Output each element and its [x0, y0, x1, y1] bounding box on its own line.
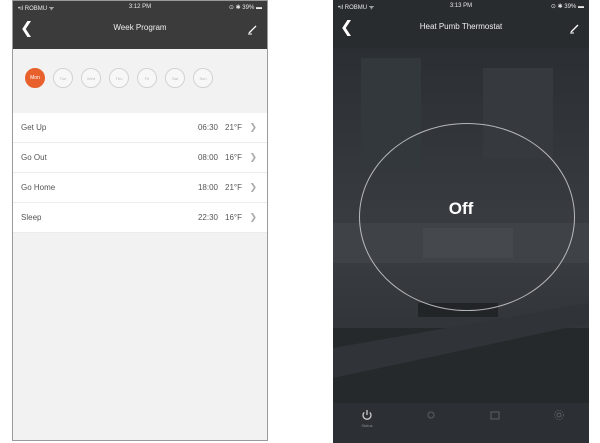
status-bar: •ıl ROBMU ᯤ 3:12 PM ⊙ ✱ 39% ▬	[13, 1, 267, 15]
schedule-row-get-up[interactable]: Get Up 06:30 21°F ❯	[13, 113, 267, 143]
power-icon	[362, 410, 372, 420]
navigation-bar: •ıl ROBMU ᯤ 3:12 PM ⊙ ✱ 39% ▬ ❮ Week Pro…	[13, 1, 267, 49]
page-title: Week Program	[113, 23, 167, 32]
schedule-row-go-out[interactable]: Go Out 08:00 16°F ❯	[13, 143, 267, 173]
settings-icon	[554, 410, 564, 420]
period-temperature: 21°F	[225, 123, 242, 132]
dial-state-text: Off	[448, 199, 474, 218]
bottom-tab-bar: Status	[333, 403, 589, 443]
schedule-row-sleep[interactable]: Sleep 22:30 16°F ❯	[13, 203, 267, 233]
period-name: Get Up	[21, 123, 47, 132]
day-button-wed[interactable]: Wed	[81, 68, 101, 88]
day-button-sun[interactable]: Sun	[193, 68, 213, 88]
status-bar: •ıl ROBMU ᯤ 3:13 PM ⊙ ✱ 39% ▬	[333, 0, 589, 14]
period-temperature: 16°F	[225, 153, 242, 162]
day-button-tue[interactable]: Tue	[53, 68, 73, 88]
tab-status[interactable]: Status	[347, 409, 387, 441]
period-time: 08:00	[197, 153, 218, 162]
period-time: 18:00	[197, 183, 218, 192]
day-button-thu[interactable]: Thu	[109, 68, 129, 88]
navigation-bar: •ıl ROBMU ᯤ 3:13 PM ⊙ ✱ 39% ▬ ❮ Heat Pum…	[333, 0, 589, 48]
period-time: 22:30	[197, 213, 218, 222]
day-button-fri[interactable]: Fri	[137, 68, 157, 88]
chevron-right-icon: ❯	[249, 122, 257, 132]
period-name: Go Home	[21, 183, 56, 192]
schedule-row-go-home[interactable]: Go Home 18:00 21°F ❯	[13, 173, 267, 203]
day-button-mon[interactable]: Mon	[25, 68, 45, 88]
tab-settings[interactable]	[539, 409, 579, 441]
mode-icon	[427, 411, 435, 419]
period-time: 06:30	[197, 123, 218, 132]
tab-program[interactable]	[475, 409, 515, 441]
back-icon[interactable]: ❮	[20, 20, 34, 38]
page-title: Heat Pumb Thermostat	[419, 22, 503, 31]
chevron-right-icon: ❯	[249, 182, 257, 192]
thermostat-screen: •ıl ROBMU ᯤ 3:13 PM ⊙ ✱ 39% ▬ ❮ Heat Pum…	[333, 0, 589, 443]
tab-label: Status	[361, 423, 373, 428]
week-program-screen: •ıl ROBMU ᯤ 3:12 PM ⊙ ✱ 39% ▬ ❮ Week Pro…	[12, 0, 268, 441]
chevron-right-icon: ❯	[249, 212, 257, 222]
period-name: Go Out	[21, 153, 47, 162]
day-button-sat[interactable]: Sat	[165, 68, 185, 88]
schedule-list: Get Up 06:30 21°F ❯ Go Out 08:00 16°F ❯ …	[13, 113, 267, 233]
period-name: Sleep	[21, 213, 42, 222]
edit-icon[interactable]	[568, 21, 582, 35]
period-temperature: 16°F	[225, 213, 242, 222]
chevron-right-icon: ❯	[249, 152, 257, 162]
tab-mode[interactable]	[411, 409, 451, 441]
status-icons: ⊙ ✱ 39% ▬	[228, 5, 262, 11]
day-selector: Mon Tue Wed Thu Fri Sat Sun	[13, 49, 267, 107]
period-temperature: 21°F	[225, 183, 242, 192]
status-icons: ⊙ ✱ 39% ▬	[550, 4, 584, 10]
program-icon	[490, 411, 500, 420]
edit-icon[interactable]	[246, 22, 260, 36]
back-icon[interactable]: ❮	[340, 19, 354, 37]
